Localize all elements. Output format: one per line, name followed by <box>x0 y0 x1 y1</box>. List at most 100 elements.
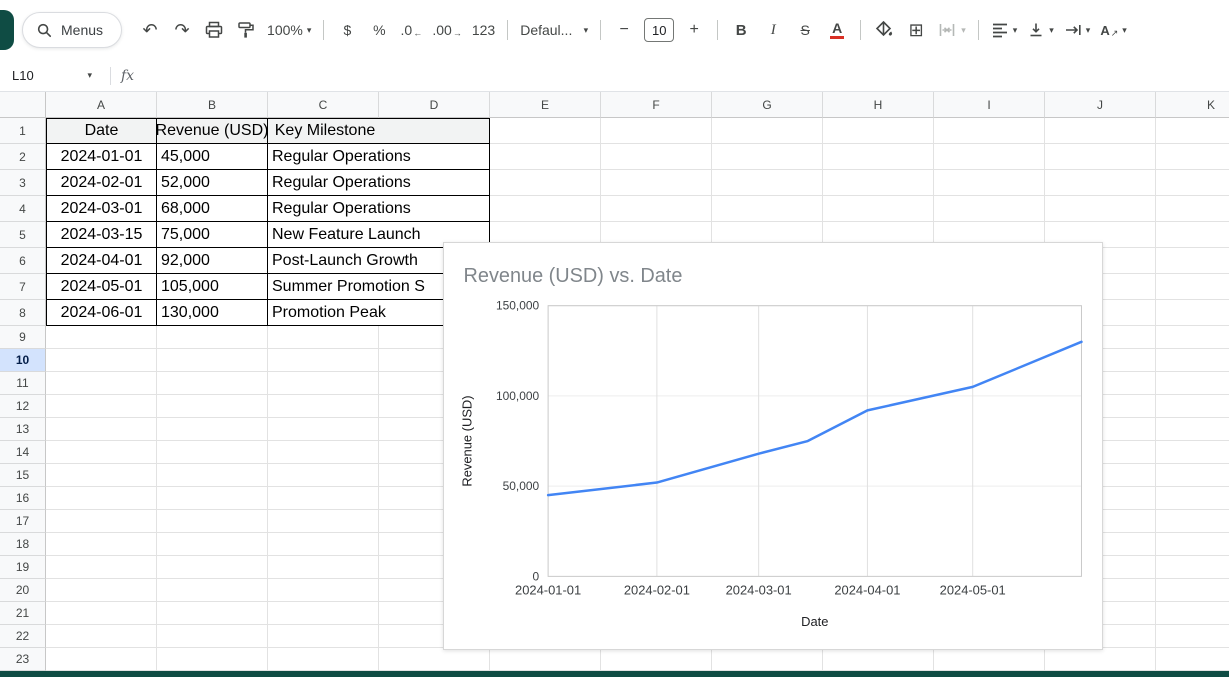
cell-J1[interactable] <box>1045 118 1156 144</box>
cell-H3[interactable] <box>823 170 934 196</box>
row-header-20[interactable]: 20 <box>0 579 46 602</box>
cell-G3[interactable] <box>712 170 823 196</box>
cell-B9[interactable] <box>157 326 268 349</box>
cell-C20[interactable] <box>268 579 379 602</box>
col-header-E[interactable]: E <box>490 92 601 118</box>
cell-E2[interactable] <box>490 144 601 170</box>
cell-E3[interactable] <box>490 170 601 196</box>
cell-A10[interactable] <box>46 349 157 372</box>
cell-B23[interactable] <box>157 648 268 671</box>
format-currency-button[interactable]: $ <box>332 15 362 45</box>
cell-B3[interactable]: 52,000 <box>157 170 268 196</box>
vertical-align-button[interactable]: ▾ <box>1023 15 1058 45</box>
cell-C19[interactable] <box>268 556 379 579</box>
row-header-4[interactable]: 4 <box>0 196 46 222</box>
col-header-D[interactable]: D <box>379 92 490 118</box>
cell-C4[interactable]: Regular Operations <box>268 196 490 222</box>
chart-panel[interactable]: 050,000100,000150,0002024-01-012024-02-0… <box>443 242 1103 650</box>
cell-B18[interactable] <box>157 533 268 556</box>
row-header-22[interactable]: 22 <box>0 625 46 648</box>
cell-B2[interactable]: 45,000 <box>157 144 268 170</box>
decrease-decimal-button[interactable]: .0← <box>396 15 426 45</box>
row-header-6[interactable]: 6 <box>0 248 46 274</box>
row-header-11[interactable]: 11 <box>0 372 46 395</box>
bold-button[interactable]: B <box>726 15 756 45</box>
col-header-B[interactable]: B <box>157 92 268 118</box>
format-percent-button[interactable]: % <box>364 15 394 45</box>
merge-cells-button[interactable]: ▾ <box>933 15 970 45</box>
cell-K10[interactable] <box>1156 349 1229 372</box>
cell-B16[interactable] <box>157 487 268 510</box>
row-header-12[interactable]: 12 <box>0 395 46 418</box>
cell-A7[interactable]: 2024-05-01 <box>46 274 157 300</box>
cell-B11[interactable] <box>157 372 268 395</box>
cell-F2[interactable] <box>601 144 712 170</box>
cell-K3[interactable] <box>1156 170 1229 196</box>
zoom-select[interactable]: 100% ▾ <box>263 15 315 45</box>
col-header-K[interactable]: K <box>1156 92 1229 118</box>
cell-B7[interactable]: 105,000 <box>157 274 268 300</box>
cell-G1[interactable] <box>712 118 823 144</box>
cell-I2[interactable] <box>934 144 1045 170</box>
cell-A3[interactable]: 2024-02-01 <box>46 170 157 196</box>
cell-J2[interactable] <box>1045 144 1156 170</box>
cell-K13[interactable] <box>1156 418 1229 441</box>
cell-G23[interactable] <box>712 648 823 671</box>
row-header-17[interactable]: 17 <box>0 510 46 533</box>
cell-I4[interactable] <box>934 196 1045 222</box>
cell-E23[interactable] <box>490 648 601 671</box>
cell-D23[interactable] <box>379 648 490 671</box>
italic-button[interactable]: I <box>758 15 788 45</box>
col-header-I[interactable]: I <box>934 92 1045 118</box>
cell-K17[interactable] <box>1156 510 1229 533</box>
cell-K7[interactable] <box>1156 274 1229 300</box>
cell-K6[interactable] <box>1156 248 1229 274</box>
row-header-18[interactable]: 18 <box>0 533 46 556</box>
cell-B19[interactable] <box>157 556 268 579</box>
cell-B4[interactable]: 68,000 <box>157 196 268 222</box>
cell-H2[interactable] <box>823 144 934 170</box>
cell-A12[interactable] <box>46 395 157 418</box>
cell-A6[interactable]: 2024-04-01 <box>46 248 157 274</box>
cell-K15[interactable] <box>1156 464 1229 487</box>
cell-A22[interactable] <box>46 625 157 648</box>
cell-C16[interactable] <box>268 487 379 510</box>
cell-K4[interactable] <box>1156 196 1229 222</box>
text-rotation-button[interactable]: A ↗ ▾ <box>1096 15 1130 45</box>
cell-A13[interactable] <box>46 418 157 441</box>
cell-J23[interactable] <box>1045 648 1156 671</box>
cell-A17[interactable] <box>46 510 157 533</box>
cell-C18[interactable] <box>268 533 379 556</box>
increase-font-size-button[interactable]: + <box>679 15 709 45</box>
col-header-G[interactable]: G <box>712 92 823 118</box>
cell-H4[interactable] <box>823 196 934 222</box>
col-header-C[interactable]: C <box>268 92 379 118</box>
row-header-5[interactable]: 5 <box>0 222 46 248</box>
row-header-9[interactable]: 9 <box>0 326 46 349</box>
cell-K20[interactable] <box>1156 579 1229 602</box>
row-header-2[interactable]: 2 <box>0 144 46 170</box>
select-all-corner[interactable] <box>0 92 46 118</box>
strikethrough-button[interactable]: S <box>790 15 820 45</box>
row-header-13[interactable]: 13 <box>0 418 46 441</box>
cell-A8[interactable]: 2024-06-01 <box>46 300 157 326</box>
cell-A19[interactable] <box>46 556 157 579</box>
row-header-14[interactable]: 14 <box>0 441 46 464</box>
cell-A9[interactable] <box>46 326 157 349</box>
cell-C2[interactable]: Regular Operations <box>268 144 490 170</box>
cell-A21[interactable] <box>46 602 157 625</box>
row-header-1[interactable]: 1 <box>0 118 46 144</box>
cell-A23[interactable] <box>46 648 157 671</box>
row-header-15[interactable]: 15 <box>0 464 46 487</box>
cell-K22[interactable] <box>1156 625 1229 648</box>
col-header-J[interactable]: J <box>1045 92 1156 118</box>
borders-button[interactable]: ⊞ <box>901 15 931 45</box>
cell-A2[interactable]: 2024-01-01 <box>46 144 157 170</box>
cell-E1[interactable] <box>490 118 601 144</box>
cell-B12[interactable] <box>157 395 268 418</box>
cell-E4[interactable] <box>490 196 601 222</box>
cell-F3[interactable] <box>601 170 712 196</box>
cell-C23[interactable] <box>268 648 379 671</box>
cell-K18[interactable] <box>1156 533 1229 556</box>
cell-A16[interactable] <box>46 487 157 510</box>
